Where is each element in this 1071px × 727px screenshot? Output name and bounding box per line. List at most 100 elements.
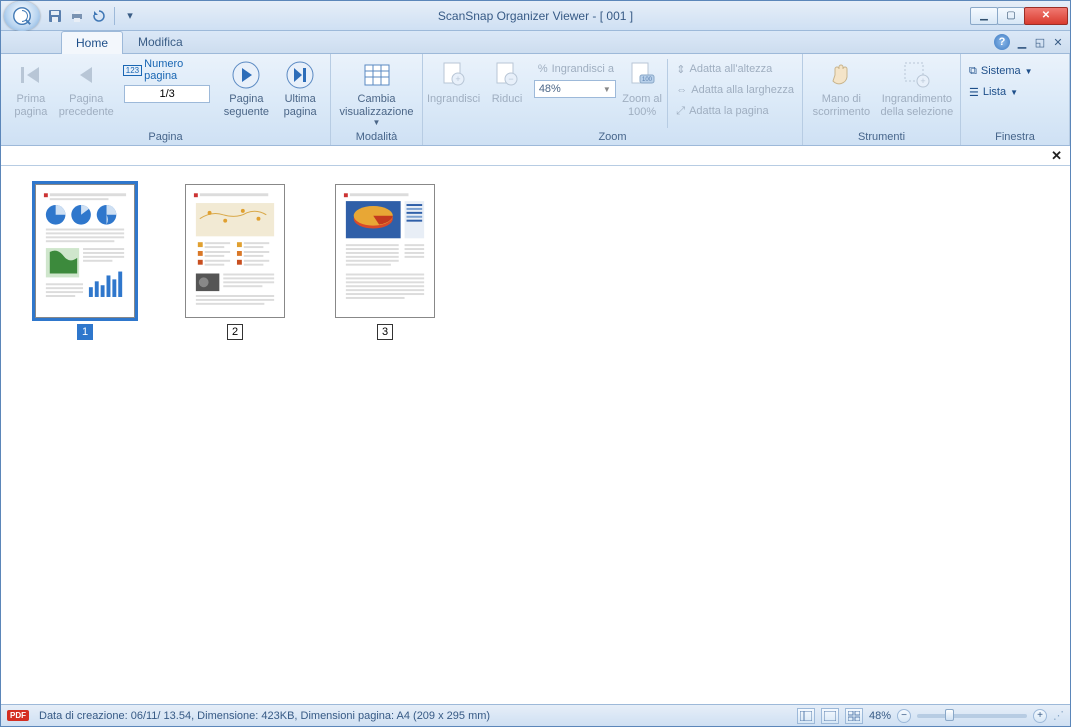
fit-page-icon: ⤢ xyxy=(676,105,685,118)
tab-home[interactable]: Home xyxy=(61,31,123,54)
prev-page-icon xyxy=(70,59,102,91)
thumbnail-item[interactable]: 3 xyxy=(335,184,435,340)
hand-tool-label: Mano di scorrimento xyxy=(807,93,876,118)
pagecount-input[interactable] xyxy=(124,85,210,103)
quick-access-toolbar: ▾ xyxy=(46,7,139,25)
change-view-button[interactable]: Cambia visualizzazione ▼ xyxy=(335,57,418,129)
page-number: 1 xyxy=(77,324,93,340)
prev-page-button[interactable]: Pagina precedente xyxy=(59,57,114,129)
app-menu-orb[interactable] xyxy=(4,1,40,31)
content-close-icon[interactable]: ✕ xyxy=(1051,148,1062,164)
svg-text:+: + xyxy=(455,74,460,84)
print-icon[interactable] xyxy=(68,7,86,25)
dropdown-caret-icon: ▼ xyxy=(373,118,381,127)
zoom-to-label: %Ingrandisci a xyxy=(534,59,619,79)
resize-grip-icon[interactable]: ⋰ xyxy=(1053,709,1064,722)
change-view-label: Cambia visualizzazione xyxy=(335,93,418,118)
zoom-100-button[interactable]: 100 Zoom al 100% xyxy=(621,57,664,129)
zoom-100-label: Zoom al 100% xyxy=(621,93,664,118)
last-page-icon xyxy=(284,59,316,91)
content-header: ✕ xyxy=(1,146,1070,166)
calendar-grid-icon xyxy=(361,59,393,91)
fit-height-button[interactable]: ⇕Adatta all'altezza xyxy=(672,59,798,79)
save-icon[interactable] xyxy=(46,7,64,25)
thumbnail-item[interactable]: 1 xyxy=(35,184,135,340)
marquee-icon: + xyxy=(901,59,933,91)
system-menu-button[interactable]: ⧉Sistema▼ xyxy=(965,61,1037,81)
last-page-button[interactable]: Ultima pagina xyxy=(274,57,326,129)
maximize-button[interactable]: ▢ xyxy=(997,7,1025,25)
last-page-label: Ultima pagina xyxy=(274,93,326,118)
qat-customize-icon[interactable]: ▾ xyxy=(121,7,139,25)
svg-text:+: + xyxy=(920,76,925,86)
group-window-label: Finestra xyxy=(965,130,1065,145)
page-thumbnail xyxy=(185,184,285,318)
thumbnail-grid: 1 xyxy=(1,166,1070,704)
next-page-button[interactable]: Pagina seguente xyxy=(221,57,273,129)
group-mode-label: Modalità xyxy=(335,130,418,145)
page-thumbnail xyxy=(35,184,135,318)
dropdown-caret-icon: ▼ xyxy=(1010,88,1018,97)
status-zoom: 48% xyxy=(869,710,891,722)
prev-page-label: Pagina precedente xyxy=(59,93,114,118)
zoom-in-label: Ingrandisci xyxy=(427,93,480,106)
zoom-in-slider-button[interactable]: + xyxy=(1033,709,1047,723)
marquee-zoom-button[interactable]: + Ingrandimento della selezione xyxy=(878,57,956,129)
first-page-icon xyxy=(15,59,47,91)
fit-height-icon: ⇕ xyxy=(676,63,685,76)
refresh-icon[interactable] xyxy=(90,7,108,25)
title-bar: ▾ ScanSnap Organizer Viewer - [ 001 ] ▁ … xyxy=(1,1,1070,31)
fit-page-button[interactable]: ⤢Adatta la pagina xyxy=(672,101,798,121)
dropdown-caret-icon: ▼ xyxy=(1025,67,1033,76)
page-thumbnail xyxy=(335,184,435,318)
zoom-out-slider-button[interactable]: − xyxy=(897,709,911,723)
svg-text:100: 100 xyxy=(642,77,653,83)
list-menu-button[interactable]: ☰Lista▼ xyxy=(965,82,1037,102)
view-mode-3-button[interactable] xyxy=(845,708,863,724)
ribbon-restore-icon[interactable]: ◱ xyxy=(1034,36,1046,48)
group-page-label: Pagina xyxy=(5,130,326,145)
group-zoom-label: Zoom xyxy=(427,130,798,145)
dropdown-caret-icon: ▼ xyxy=(603,85,611,94)
zoom-in-button[interactable]: + Ingrandisci xyxy=(427,57,480,129)
tab-edit[interactable]: Modifica xyxy=(123,30,198,53)
page-number: 2 xyxy=(227,324,243,340)
zoom-in-icon: + xyxy=(438,59,470,91)
zoom-out-label: Riduci xyxy=(492,93,523,106)
zoom-out-icon: − xyxy=(491,59,523,91)
list-icon: ☰ xyxy=(969,86,979,99)
ribbon-minimize-icon[interactable]: ▁ xyxy=(1016,36,1028,48)
view-mode-2-button[interactable] xyxy=(821,708,839,724)
status-info: Data di creazione: 06/11/ 13.54, Dimensi… xyxy=(39,710,490,722)
ribbon: Prima pagina Pagina precedente 123 Numer… xyxy=(1,54,1070,146)
first-page-button[interactable]: Prima pagina xyxy=(5,57,57,129)
windows-icon: ⧉ xyxy=(969,65,977,78)
zoom-out-button[interactable]: − Riduci xyxy=(482,57,532,129)
hand-tool-button[interactable]: Mano di scorrimento xyxy=(807,57,876,129)
fit-width-button[interactable]: ⇔Adatta alla larghezza xyxy=(672,80,798,100)
pdf-badge: PDF xyxy=(7,710,29,721)
zoom-value-input[interactable]: 48%▼ xyxy=(534,80,616,98)
svg-text:−: − xyxy=(508,74,513,84)
zoom-slider-knob[interactable] xyxy=(945,709,954,721)
marquee-zoom-label: Ingrandimento della selezione xyxy=(878,93,956,118)
page-number: 3 xyxy=(377,324,393,340)
window-title: ScanSnap Organizer Viewer - [ 001 ] xyxy=(438,9,633,23)
hand-icon xyxy=(825,59,857,91)
next-page-label: Pagina seguente xyxy=(221,93,273,118)
minimize-button[interactable]: ▁ xyxy=(970,7,998,25)
ribbon-close-icon[interactable]: ✕ xyxy=(1052,36,1064,48)
zoom-100-icon: 100 xyxy=(626,59,658,91)
close-button[interactable]: ✕ xyxy=(1024,7,1068,25)
fit-width-icon: ⇔ xyxy=(676,84,687,96)
ribbon-tabs: Home Modifica ? ▁ ◱ ✕ xyxy=(1,31,1070,54)
next-page-icon xyxy=(230,59,262,91)
first-page-label: Prima pagina xyxy=(5,93,57,118)
group-tools-label: Strumenti xyxy=(807,130,956,145)
thumbnail-item[interactable]: 2 xyxy=(185,184,285,340)
help-icon[interactable]: ? xyxy=(994,34,1010,50)
status-bar: PDF Data di creazione: 06/11/ 13.54, Dim… xyxy=(1,704,1070,726)
pagecount-label: 123 Numero pagina xyxy=(120,57,215,83)
view-mode-1-button[interactable] xyxy=(797,708,815,724)
zoom-slider[interactable] xyxy=(917,714,1027,718)
